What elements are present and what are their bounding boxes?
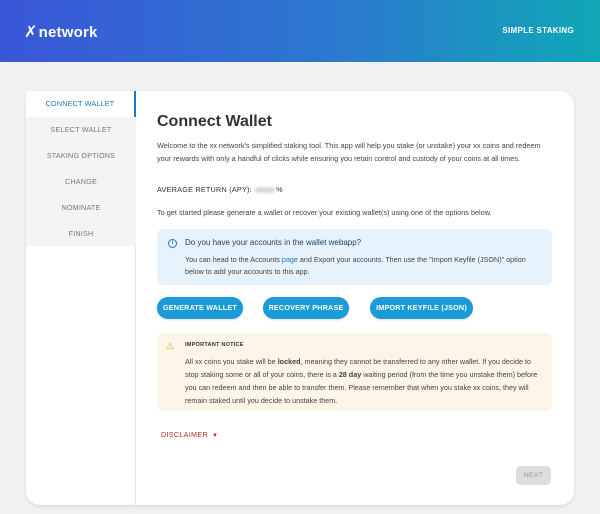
info-icon: i bbox=[168, 239, 177, 248]
step-select-wallet[interactable]: SELECT WALLET bbox=[26, 117, 136, 143]
accounts-page-link[interactable]: page bbox=[282, 255, 298, 264]
notice-locked: locked bbox=[277, 357, 301, 366]
disclaimer-label: DISCLAIMER bbox=[161, 430, 208, 439]
page-title: Connect Wallet bbox=[157, 113, 272, 130]
apy-line: AVERAGE RETURN (APY): % bbox=[157, 185, 283, 194]
chevron-down-icon: ▼ bbox=[211, 433, 219, 439]
intro-text: Welcome to the xx network's simplified s… bbox=[157, 141, 541, 163]
apy-value-blurred bbox=[255, 187, 276, 194]
info-box: i Do you have your accounts in the walle… bbox=[157, 229, 552, 285]
important-notice-box: ⚠ IMPORTANT NOTICE All xx coins you stak… bbox=[157, 333, 552, 411]
next-button[interactable]: NEXT bbox=[516, 466, 551, 485]
get-started-text: To get started please generate a wallet … bbox=[157, 208, 492, 217]
notice-28-day: 28 day bbox=[338, 370, 362, 379]
steps-list: CONNECT WALLET SELECT WALLET STAKING OPT… bbox=[26, 91, 136, 246]
notice-p1: All xx coins you stake will be bbox=[185, 357, 278, 366]
recovery-phrase-button[interactable]: RECOVERY PHRASE bbox=[263, 297, 349, 319]
top-header: ✗ network SIMPLE STAKING bbox=[0, 0, 600, 62]
warning-icon: ⚠ bbox=[166, 341, 175, 351]
info-title: Do you have your accounts in the wallet … bbox=[185, 238, 362, 247]
generate-wallet-button[interactable]: GENERATE WALLET bbox=[157, 297, 243, 319]
step-change[interactable]: CHANGE bbox=[26, 169, 136, 195]
steps-sidebar: CONNECT WALLET SELECT WALLET STAKING OPT… bbox=[26, 91, 136, 505]
xx-network-logo[interactable]: ✗ network bbox=[24, 22, 98, 42]
import-keyfile-button[interactable]: IMPORT KEYFILE (JSON) bbox=[370, 297, 473, 319]
info-text-before: You can head to the Accounts bbox=[185, 255, 282, 264]
step-connect-wallet[interactable]: CONNECT WALLET bbox=[26, 91, 136, 117]
step-staking-options[interactable]: STAKING OPTIONS bbox=[26, 143, 136, 169]
disclaimer-toggle[interactable]: DISCLAIMER ▼ bbox=[161, 430, 218, 439]
step-nominate[interactable]: NOMINATE bbox=[26, 195, 136, 221]
info-text: You can head to the Accounts page and Ex… bbox=[185, 254, 543, 278]
apy-label: AVERAGE RETURN (APY): bbox=[157, 185, 252, 194]
logo-text: network bbox=[38, 23, 98, 41]
simple-staking-link[interactable]: SIMPLE STAKING bbox=[502, 26, 574, 35]
step-finish[interactable]: FINISH bbox=[26, 221, 136, 247]
staking-card: CONNECT WALLET SELECT WALLET STAKING OPT… bbox=[26, 91, 574, 505]
apy-suffix: % bbox=[276, 185, 283, 194]
notice-title: IMPORTANT NOTICE bbox=[185, 342, 244, 348]
xx-logo-icon: ✗ bbox=[24, 24, 38, 41]
notice-text: All xx coins you stake will be locked, m… bbox=[185, 355, 545, 407]
